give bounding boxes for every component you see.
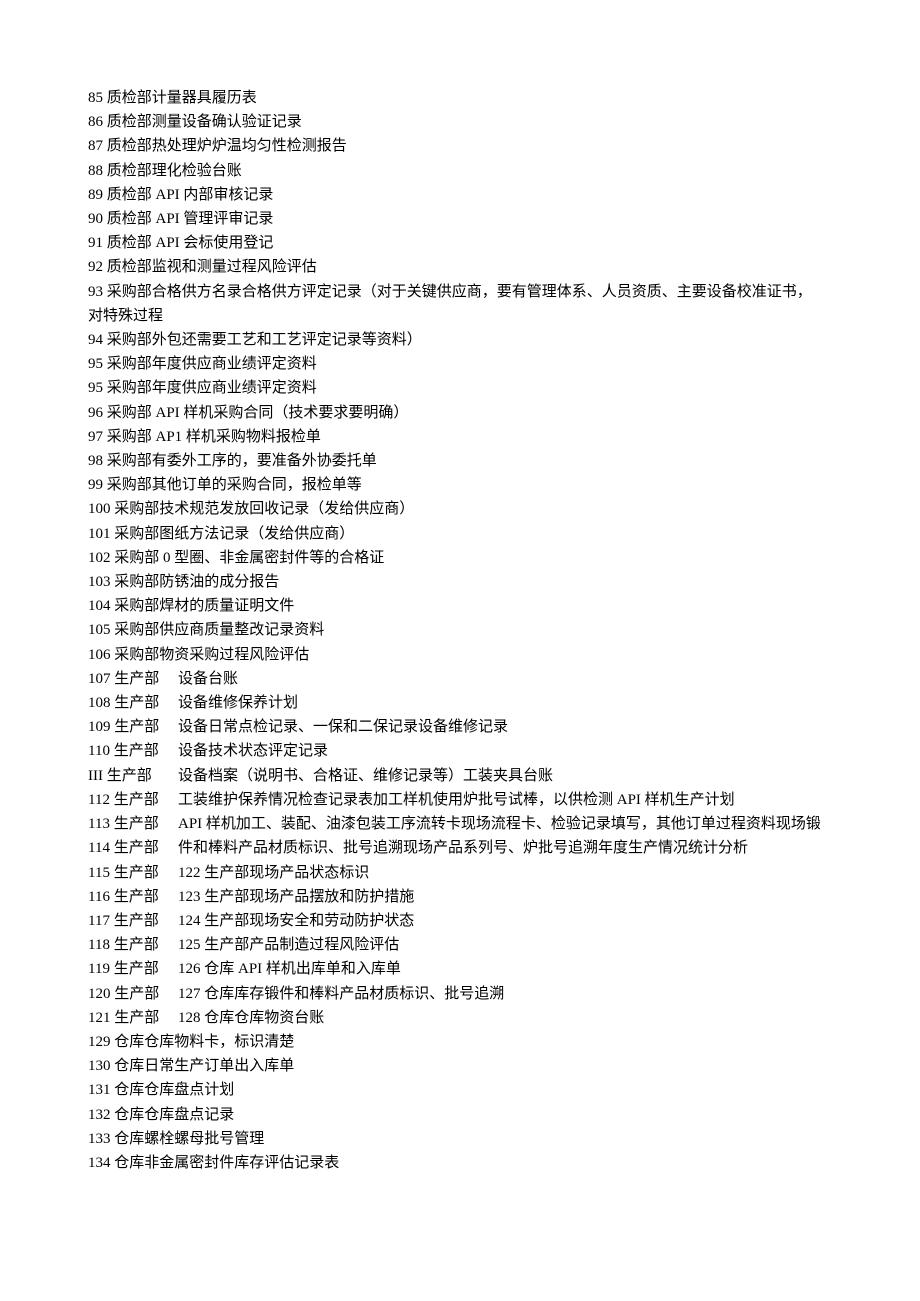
- list-item-left: III 生产部: [88, 764, 178, 788]
- list-item-right: 设备日常点检记录、一保和二保记录设备维修记录: [178, 715, 508, 739]
- list-item-two-col: 120 生产部 127 仓库库存锻件和棒料产品材质标识、批号追溯: [88, 982, 832, 1006]
- list-item: 101 采购部图纸方法记录（发给供应商）: [88, 522, 832, 546]
- list-item-right: 124 生产部现场安全和劳动防护状态: [178, 909, 414, 933]
- list-item-continuation: 对特殊过程: [88, 304, 832, 328]
- list-item-two-col: 115 生产部 122 生产部现场产品状态标识: [88, 861, 832, 885]
- list-item-right: 设备档案（说明书、合格证、维修记录等）工装夹具台账: [178, 764, 553, 788]
- list-item-two-col: 114 生产部 件和棒料产品材质标识、批号追溯现场产品系列号、炉批号追溯年度生产…: [88, 836, 832, 860]
- list-item-two-col: 121 生产部 128 仓库仓库物资台账: [88, 1006, 832, 1030]
- list-item-right: 127 仓库库存锻件和棒料产品材质标识、批号追溯: [178, 982, 504, 1006]
- list-item-right: 126 仓库 API 样机出库单和入库单: [178, 957, 401, 981]
- list-item-left: 107 生产部: [88, 667, 178, 691]
- list-item-left: 110 生产部: [88, 739, 178, 763]
- list-item-right: 122 生产部现场产品状态标识: [178, 861, 369, 885]
- list-item: 89 质检部 API 内部审核记录: [88, 183, 832, 207]
- list-item-left: 116 生产部: [88, 885, 178, 909]
- list-item-right: 125 生产部产品制造过程风险评估: [178, 933, 399, 957]
- list-item: 93 采购部合格供方名录合格供方评定记录（对于关键供应商，要有管理体系、人员资质…: [88, 280, 832, 304]
- list-item: 104 采购部焊材的质量证明文件: [88, 594, 832, 618]
- list-item: 92 质检部监视和测量过程风险评估: [88, 255, 832, 279]
- list-item: 103 采购部防锈油的成分报告: [88, 570, 832, 594]
- list-item-two-col: 110 生产部 设备技术状态评定记录: [88, 739, 832, 763]
- list-item: 95 采购部年度供应商业绩评定资料: [88, 352, 832, 376]
- list-item-two-col: 119 生产部 126 仓库 API 样机出库单和入库单: [88, 957, 832, 981]
- list-item: 88 质检部理化检验台账: [88, 159, 832, 183]
- document-body: 85 质检部计量器具履历表 86 质检部测量设备确认验证记录 87 质检部热处理…: [88, 86, 832, 1175]
- list-item-two-col: 112 生产部 工装维护保养情况检查记录表加工样机使用炉批号试棒，以供检测 AP…: [88, 788, 832, 812]
- list-item-left: 114 生产部: [88, 836, 178, 860]
- list-item: 134 仓库非金属密封件库存评估记录表: [88, 1151, 832, 1175]
- list-item: 85 质检部计量器具履历表: [88, 86, 832, 110]
- document-page: 85 质检部计量器具履历表 86 质检部测量设备确认验证记录 87 质检部热处理…: [0, 0, 920, 1301]
- list-item-two-col: 109 生产部 设备日常点检记录、一保和二保记录设备维修记录: [88, 715, 832, 739]
- list-item-left: 121 生产部: [88, 1006, 178, 1030]
- list-item-right: 件和棒料产品材质标识、批号追溯现场产品系列号、炉批号追溯年度生产情况统计分析: [178, 836, 748, 860]
- list-item: 102 采购部 0 型圈、非金属密封件等的合格证: [88, 546, 832, 570]
- list-item: 133 仓库螺栓螺母批号管理: [88, 1127, 832, 1151]
- list-item-right: 设备维修保养计划: [178, 691, 298, 715]
- list-item-two-col: 118 生产部 125 生产部产品制造过程风险评估: [88, 933, 832, 957]
- list-item-left: 120 生产部: [88, 982, 178, 1006]
- list-item: 90 质检部 API 管理评审记录: [88, 207, 832, 231]
- list-item-left: 119 生产部: [88, 957, 178, 981]
- list-item-right: 123 生产部现场产品摆放和防护措施: [178, 885, 414, 909]
- list-item-two-col: 113 生产部 API 样机加工、装配、油漆包装工序流转卡现场流程卡、检验记录填…: [88, 812, 832, 836]
- list-item-right: API 样机加工、装配、油漆包装工序流转卡现场流程卡、检验记录填写，其他订单过程…: [178, 812, 821, 836]
- list-item: 97 采购部 AP1 样机采购物料报检单: [88, 425, 832, 449]
- list-item-right: 设备技术状态评定记录: [178, 739, 328, 763]
- list-item-two-col: 107 生产部 设备台账: [88, 667, 832, 691]
- list-item: 94 采购部外包还需要工艺和工艺评定记录等资料）: [88, 328, 832, 352]
- list-item-right: 128 仓库仓库物资台账: [178, 1006, 324, 1030]
- list-item: 99 采购部其他订单的采购合同，报检单等: [88, 473, 832, 497]
- list-item: 100 采购部技术规范发放回收记录（发给供应商）: [88, 497, 832, 521]
- list-item-left: 108 生产部: [88, 691, 178, 715]
- list-item-left: 112 生产部: [88, 788, 178, 812]
- list-item: 87 质检部热处理炉炉温均匀性检测报告: [88, 134, 832, 158]
- list-item: 132 仓库仓库盘点记录: [88, 1103, 832, 1127]
- list-item: 95 采购部年度供应商业绩评定资料: [88, 376, 832, 400]
- list-item-two-col: 116 生产部 123 生产部现场产品摆放和防护措施: [88, 885, 832, 909]
- list-item: 105 采购部供应商质量整改记录资料: [88, 618, 832, 642]
- list-item: 106 采购部物资采购过程风险评估: [88, 643, 832, 667]
- list-item-left: 113 生产部: [88, 812, 178, 836]
- list-item-right: 工装维护保养情况检查记录表加工样机使用炉批号试棒，以供检测 API 样机生产计划: [178, 788, 735, 812]
- list-item-two-col: III 生产部 设备档案（说明书、合格证、维修记录等）工装夹具台账: [88, 764, 832, 788]
- list-item: 130 仓库日常生产订单出入库单: [88, 1054, 832, 1078]
- list-item: 86 质检部测量设备确认验证记录: [88, 110, 832, 134]
- list-item: 131 仓库仓库盘点计划: [88, 1078, 832, 1102]
- list-item: 129 仓库仓库物料卡，标识清楚: [88, 1030, 832, 1054]
- list-item: 91 质检部 API 会标使用登记: [88, 231, 832, 255]
- list-item-right: 设备台账: [178, 667, 238, 691]
- list-item-left: 115 生产部: [88, 861, 178, 885]
- list-item-two-col: 108 生产部 设备维修保养计划: [88, 691, 832, 715]
- list-item-left: 117 生产部: [88, 909, 178, 933]
- list-item-left: 109 生产部: [88, 715, 178, 739]
- list-item-two-col: 117 生产部 124 生产部现场安全和劳动防护状态: [88, 909, 832, 933]
- list-item: 98 采购部有委外工序的，要准备外协委托单: [88, 449, 832, 473]
- list-item: 96 采购部 API 样机采购合同（技术要求要明确）: [88, 401, 832, 425]
- list-item-left: 118 生产部: [88, 933, 178, 957]
